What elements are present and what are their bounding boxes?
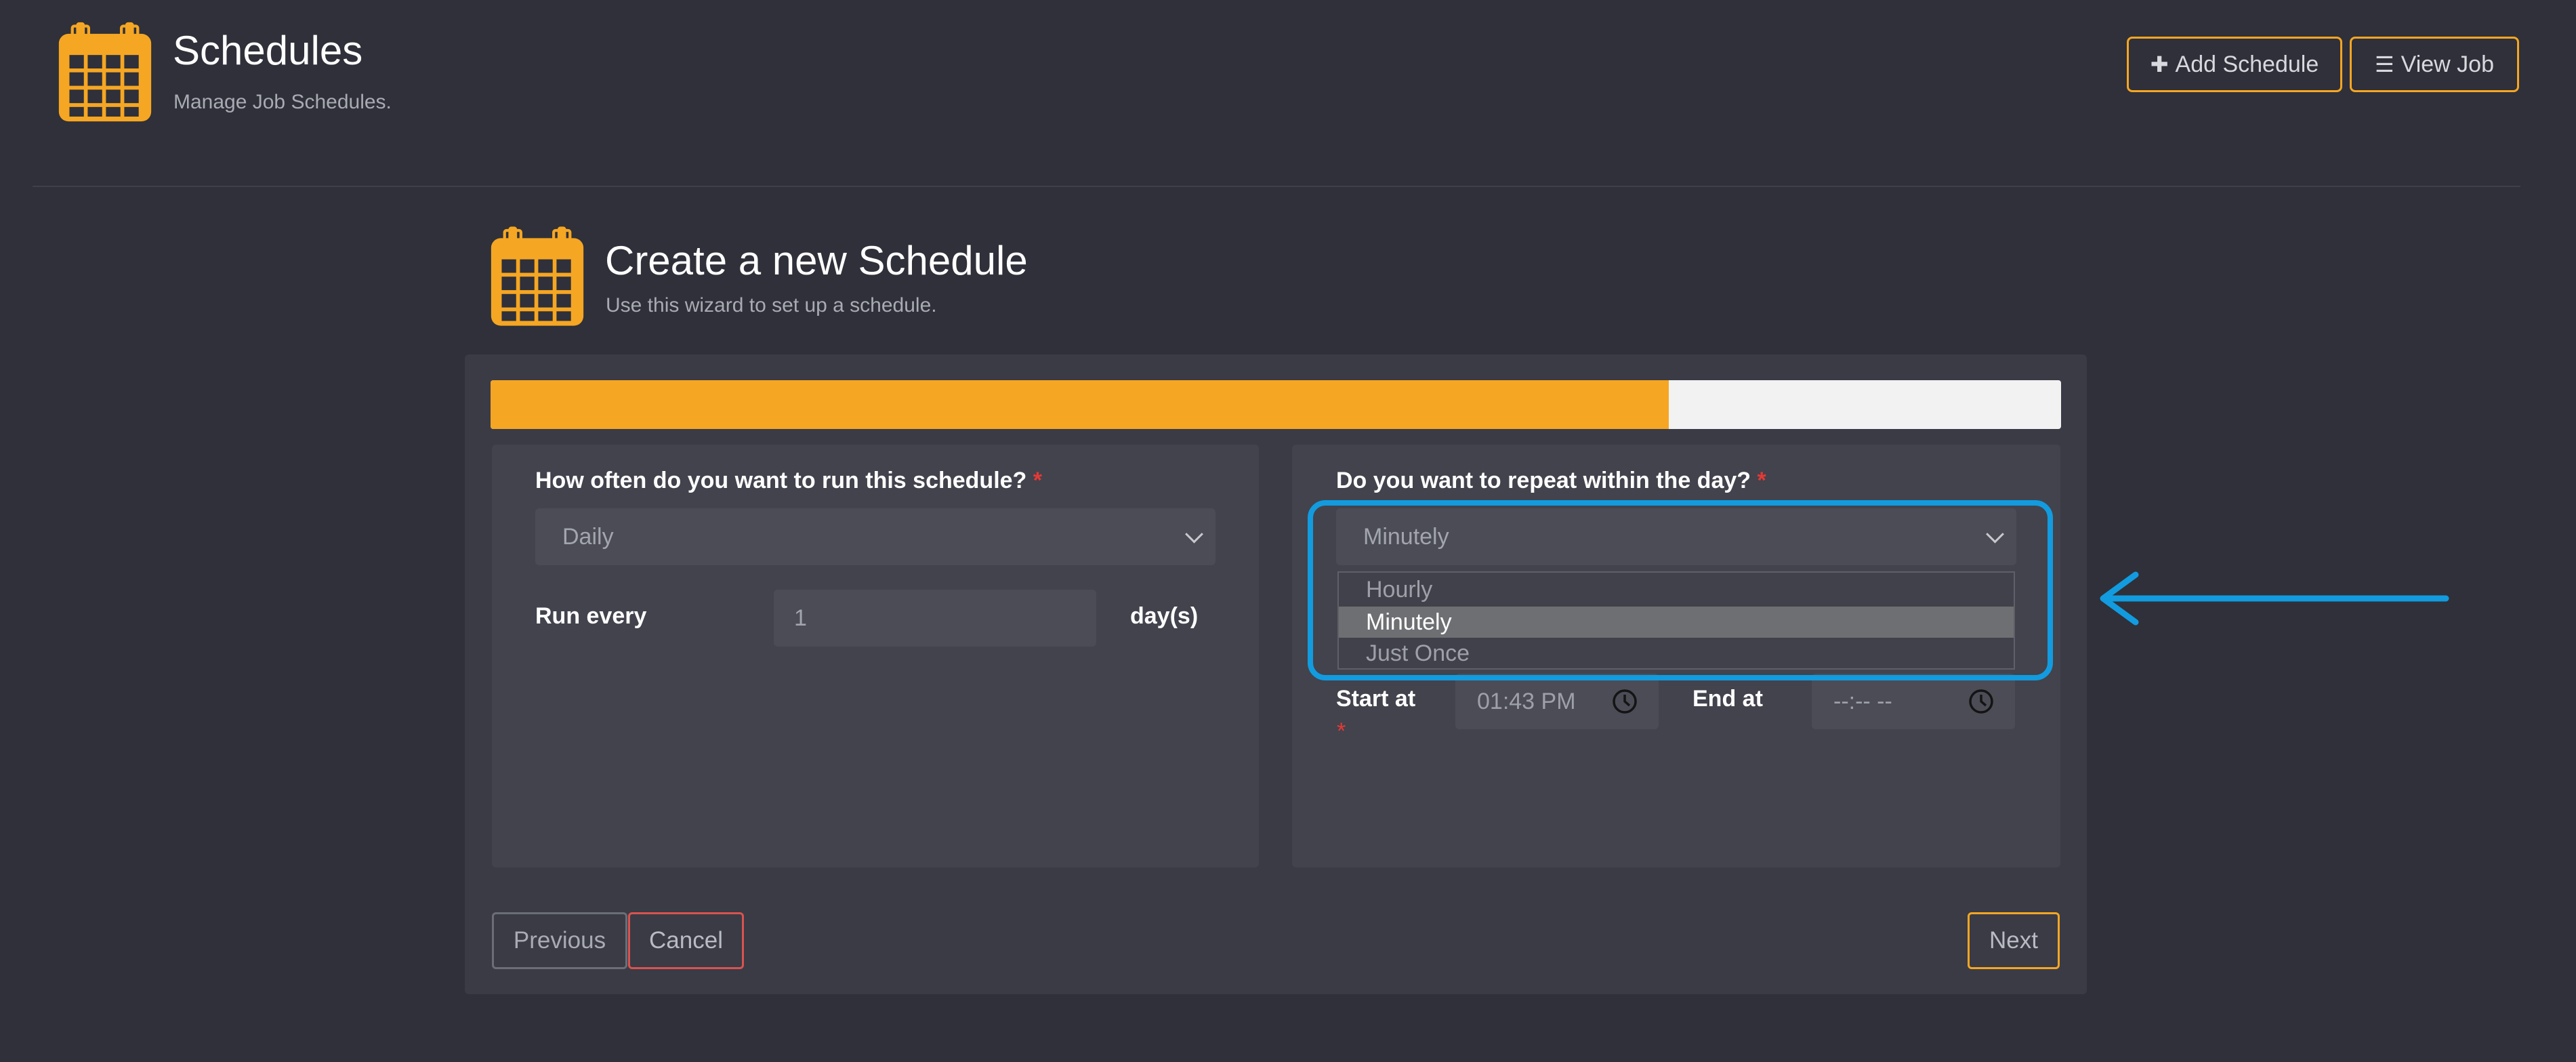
start-time-input[interactable]: 01:43 PM bbox=[1455, 674, 1659, 729]
clock-icon[interactable] bbox=[1611, 688, 1638, 715]
clock-icon[interactable] bbox=[1968, 688, 1995, 715]
wizard-subtitle: Use this wizard to set up a schedule. bbox=[606, 294, 937, 316]
list-icon: ☰ bbox=[2374, 52, 2394, 77]
start-time-value: 01:43 PM bbox=[1477, 688, 1576, 714]
frequency-select-value: Daily bbox=[562, 523, 614, 550]
plus-icon: ✚ bbox=[2150, 52, 2169, 77]
end-time-input[interactable]: --:-- -- bbox=[1812, 674, 2015, 729]
add-schedule-label: Add Schedule bbox=[2175, 51, 2319, 77]
run-every-label: Run every bbox=[535, 603, 647, 629]
view-job-button[interactable]: ☰ View Job bbox=[2350, 37, 2519, 92]
header-divider bbox=[33, 186, 2520, 187]
frequency-select[interactable]: Daily bbox=[535, 508, 1216, 565]
previous-button[interactable]: Previous bbox=[492, 912, 627, 969]
next-button[interactable]: Next bbox=[1968, 912, 2060, 969]
repeat-label: Do you want to repeat within the day? * bbox=[1336, 468, 1766, 493]
view-job-label: View Job bbox=[2401, 51, 2495, 77]
wizard-progress-bar bbox=[491, 380, 2061, 429]
wizard-title: Create a new Schedule bbox=[605, 238, 1028, 283]
run-every-value: 1 bbox=[794, 605, 807, 631]
progress-fill bbox=[491, 380, 1669, 429]
chevron-down-icon bbox=[1185, 525, 1203, 544]
wizard-calendar-icon bbox=[489, 224, 585, 329]
run-every-unit: day(s) bbox=[1130, 603, 1199, 629]
frequency-label: How often do you want to run this schedu… bbox=[535, 468, 1043, 493]
required-mark: * bbox=[1757, 468, 1766, 493]
annotation-arrow-icon bbox=[2100, 571, 2449, 626]
annotation-highlight-box bbox=[1308, 500, 2053, 680]
required-mark: * bbox=[1033, 468, 1043, 493]
end-time-value: --:-- -- bbox=[1833, 688, 1892, 714]
start-at-label: Start at bbox=[1336, 686, 1416, 712]
page-title: Schedules bbox=[173, 28, 363, 73]
end-at-label: End at bbox=[1692, 686, 1763, 712]
page-subtitle: Manage Job Schedules. bbox=[173, 91, 392, 113]
calendar-icon bbox=[57, 20, 153, 123]
start-at-required: * bbox=[1337, 718, 1346, 744]
add-schedule-button[interactable]: ✚ Add Schedule bbox=[2127, 37, 2342, 92]
cancel-button[interactable]: Cancel bbox=[628, 912, 744, 969]
run-every-input[interactable]: 1 bbox=[774, 590, 1096, 647]
